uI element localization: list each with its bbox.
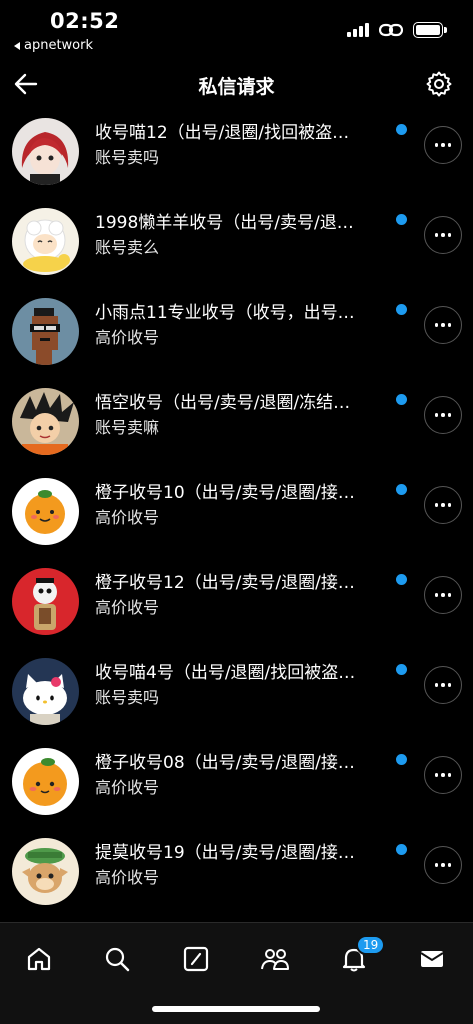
list-item[interactable]: 橙子收号08（出号/卖号/退圈/接… 高价收号 (0, 748, 473, 838)
goku-avatar-icon (12, 388, 79, 455)
request-sender-name: 橙子收号12（出号/卖号/退圈/接… (95, 573, 355, 593)
status-bar: 02:52 apnetwork (0, 0, 473, 60)
nav-compose[interactable] (174, 937, 218, 981)
avatar[interactable] (12, 838, 79, 905)
anime-girl-avatar-icon (12, 118, 79, 185)
unread-dot (396, 304, 407, 315)
more-options-button[interactable] (424, 576, 462, 614)
list-item[interactable]: 悟空收号（出号/卖号/退圈/冻结… 账号卖嘛 (0, 388, 473, 478)
status-icons (347, 22, 447, 38)
search-icon (105, 947, 130, 972)
pixel-punk-avatar-icon (12, 298, 79, 365)
unread-dot (396, 754, 407, 765)
teemo-avatar-icon (12, 838, 79, 905)
request-preview: 账号卖么 (95, 238, 160, 257)
nav-home[interactable] (17, 937, 61, 981)
request-sender-name: 小雨点11专业收号（收号，出号… (95, 303, 355, 323)
lazy-sheep-avatar-icon (12, 208, 79, 275)
nav-notifications[interactable]: 19 (332, 935, 386, 981)
list-item[interactable]: 小雨点11专业收号（收号，出号… 高价收号 (0, 298, 473, 388)
more-options-button[interactable] (424, 846, 462, 884)
communities-icon (261, 949, 289, 970)
avatar[interactable] (12, 298, 79, 365)
request-sender-name: 收号喵12（出号/退圈/找回被盗… (95, 123, 350, 143)
more-options-button[interactable] (424, 216, 462, 254)
list-item[interactable]: 收号喵12（出号/退圈/找回被盗… 账号卖吗 (0, 118, 473, 208)
more-options-button[interactable] (424, 756, 462, 794)
nav-messages[interactable] (410, 937, 454, 981)
more-options-button[interactable] (424, 126, 462, 164)
unread-dot (396, 214, 407, 225)
avatar[interactable] (12, 478, 79, 545)
unread-dot (396, 124, 407, 135)
nav-communities[interactable] (253, 937, 297, 981)
message-requests-list: 收号喵12（出号/退圈/找回被盗… 账号卖吗 1998懒羊羊收号（出号/卖号/退… (0, 110, 473, 920)
notification-badge: 19 (356, 935, 386, 955)
list-item[interactable]: 收号喵4号（出号/退圈/找回被盗… 账号卖吗 (0, 658, 473, 748)
unread-dot (396, 394, 407, 405)
gear-icon[interactable] (425, 70, 453, 98)
home-icon (27, 947, 51, 971)
hello-kitty-avatar-icon (12, 658, 79, 725)
list-item[interactable]: 橙子收号10（出号/卖号/退圈/接… 高价收号 (0, 478, 473, 568)
status-time: 02:52 (50, 9, 120, 33)
nav-search[interactable] (95, 937, 139, 981)
more-options-button[interactable] (424, 486, 462, 524)
request-sender-name: 橙子收号10（出号/卖号/退圈/接… (95, 483, 355, 503)
more-options-button[interactable] (424, 306, 462, 344)
unread-dot (396, 574, 407, 585)
compose-icon (183, 946, 209, 972)
back-app-label: apnetwork (24, 38, 94, 53)
request-preview: 高价收号 (95, 508, 160, 527)
back-to-app-link[interactable]: apnetwork (14, 38, 93, 53)
request-sender-name: 橙子收号08（出号/卖号/退圈/接… (95, 753, 355, 773)
list-item[interactable]: 橙子收号12（出号/卖号/退圈/接… 高价收号 (0, 568, 473, 658)
request-sender-name: 提莫收号19（出号/卖号/退圈/接… (95, 843, 355, 863)
back-triangle-icon (14, 41, 20, 50)
request-preview: 账号卖嘛 (95, 418, 160, 437)
avatar[interactable] (12, 568, 79, 635)
request-sender-name: 1998懒羊羊收号（出号/卖号/退… (95, 213, 354, 233)
avatar[interactable] (12, 748, 79, 815)
orange-avatar-icon (12, 748, 79, 815)
request-preview: 账号卖吗 (95, 148, 160, 167)
messages-icon (420, 951, 444, 967)
request-preview: 高价收号 (95, 778, 160, 797)
battery-icon (413, 22, 447, 38)
avatar[interactable] (12, 388, 79, 455)
request-preview: 高价收号 (95, 328, 160, 347)
unread-dot (396, 664, 407, 675)
page-title: 私信请求 (198, 76, 275, 98)
more-options-button[interactable] (424, 666, 462, 704)
request-preview: 高价收号 (95, 868, 160, 887)
unread-dot (396, 844, 407, 855)
avatar[interactable] (12, 658, 79, 725)
home-indicator (152, 1006, 320, 1012)
avatar[interactable] (12, 118, 79, 185)
orange-avatar-icon (12, 478, 79, 545)
hotspot-link-icon (379, 23, 403, 37)
skull-figure-avatar-icon (12, 568, 79, 635)
request-sender-name: 悟空收号（出号/卖号/退圈/冻结… (95, 393, 351, 413)
list-item[interactable]: 1998懒羊羊收号（出号/卖号/退… 账号卖么 (0, 208, 473, 298)
unread-dot (396, 484, 407, 495)
list-item[interactable]: 提莫收号19（出号/卖号/退圈/接… 高价收号 (0, 838, 473, 920)
header: 私信请求 (0, 60, 473, 110)
request-sender-name: 收号喵4号（出号/退圈/找回被盗… (95, 663, 356, 683)
more-options-button[interactable] (424, 396, 462, 434)
request-preview: 账号卖吗 (95, 688, 160, 707)
avatar[interactable] (12, 208, 79, 275)
cellular-signal-icon (347, 23, 369, 37)
request-preview: 高价收号 (95, 598, 160, 617)
